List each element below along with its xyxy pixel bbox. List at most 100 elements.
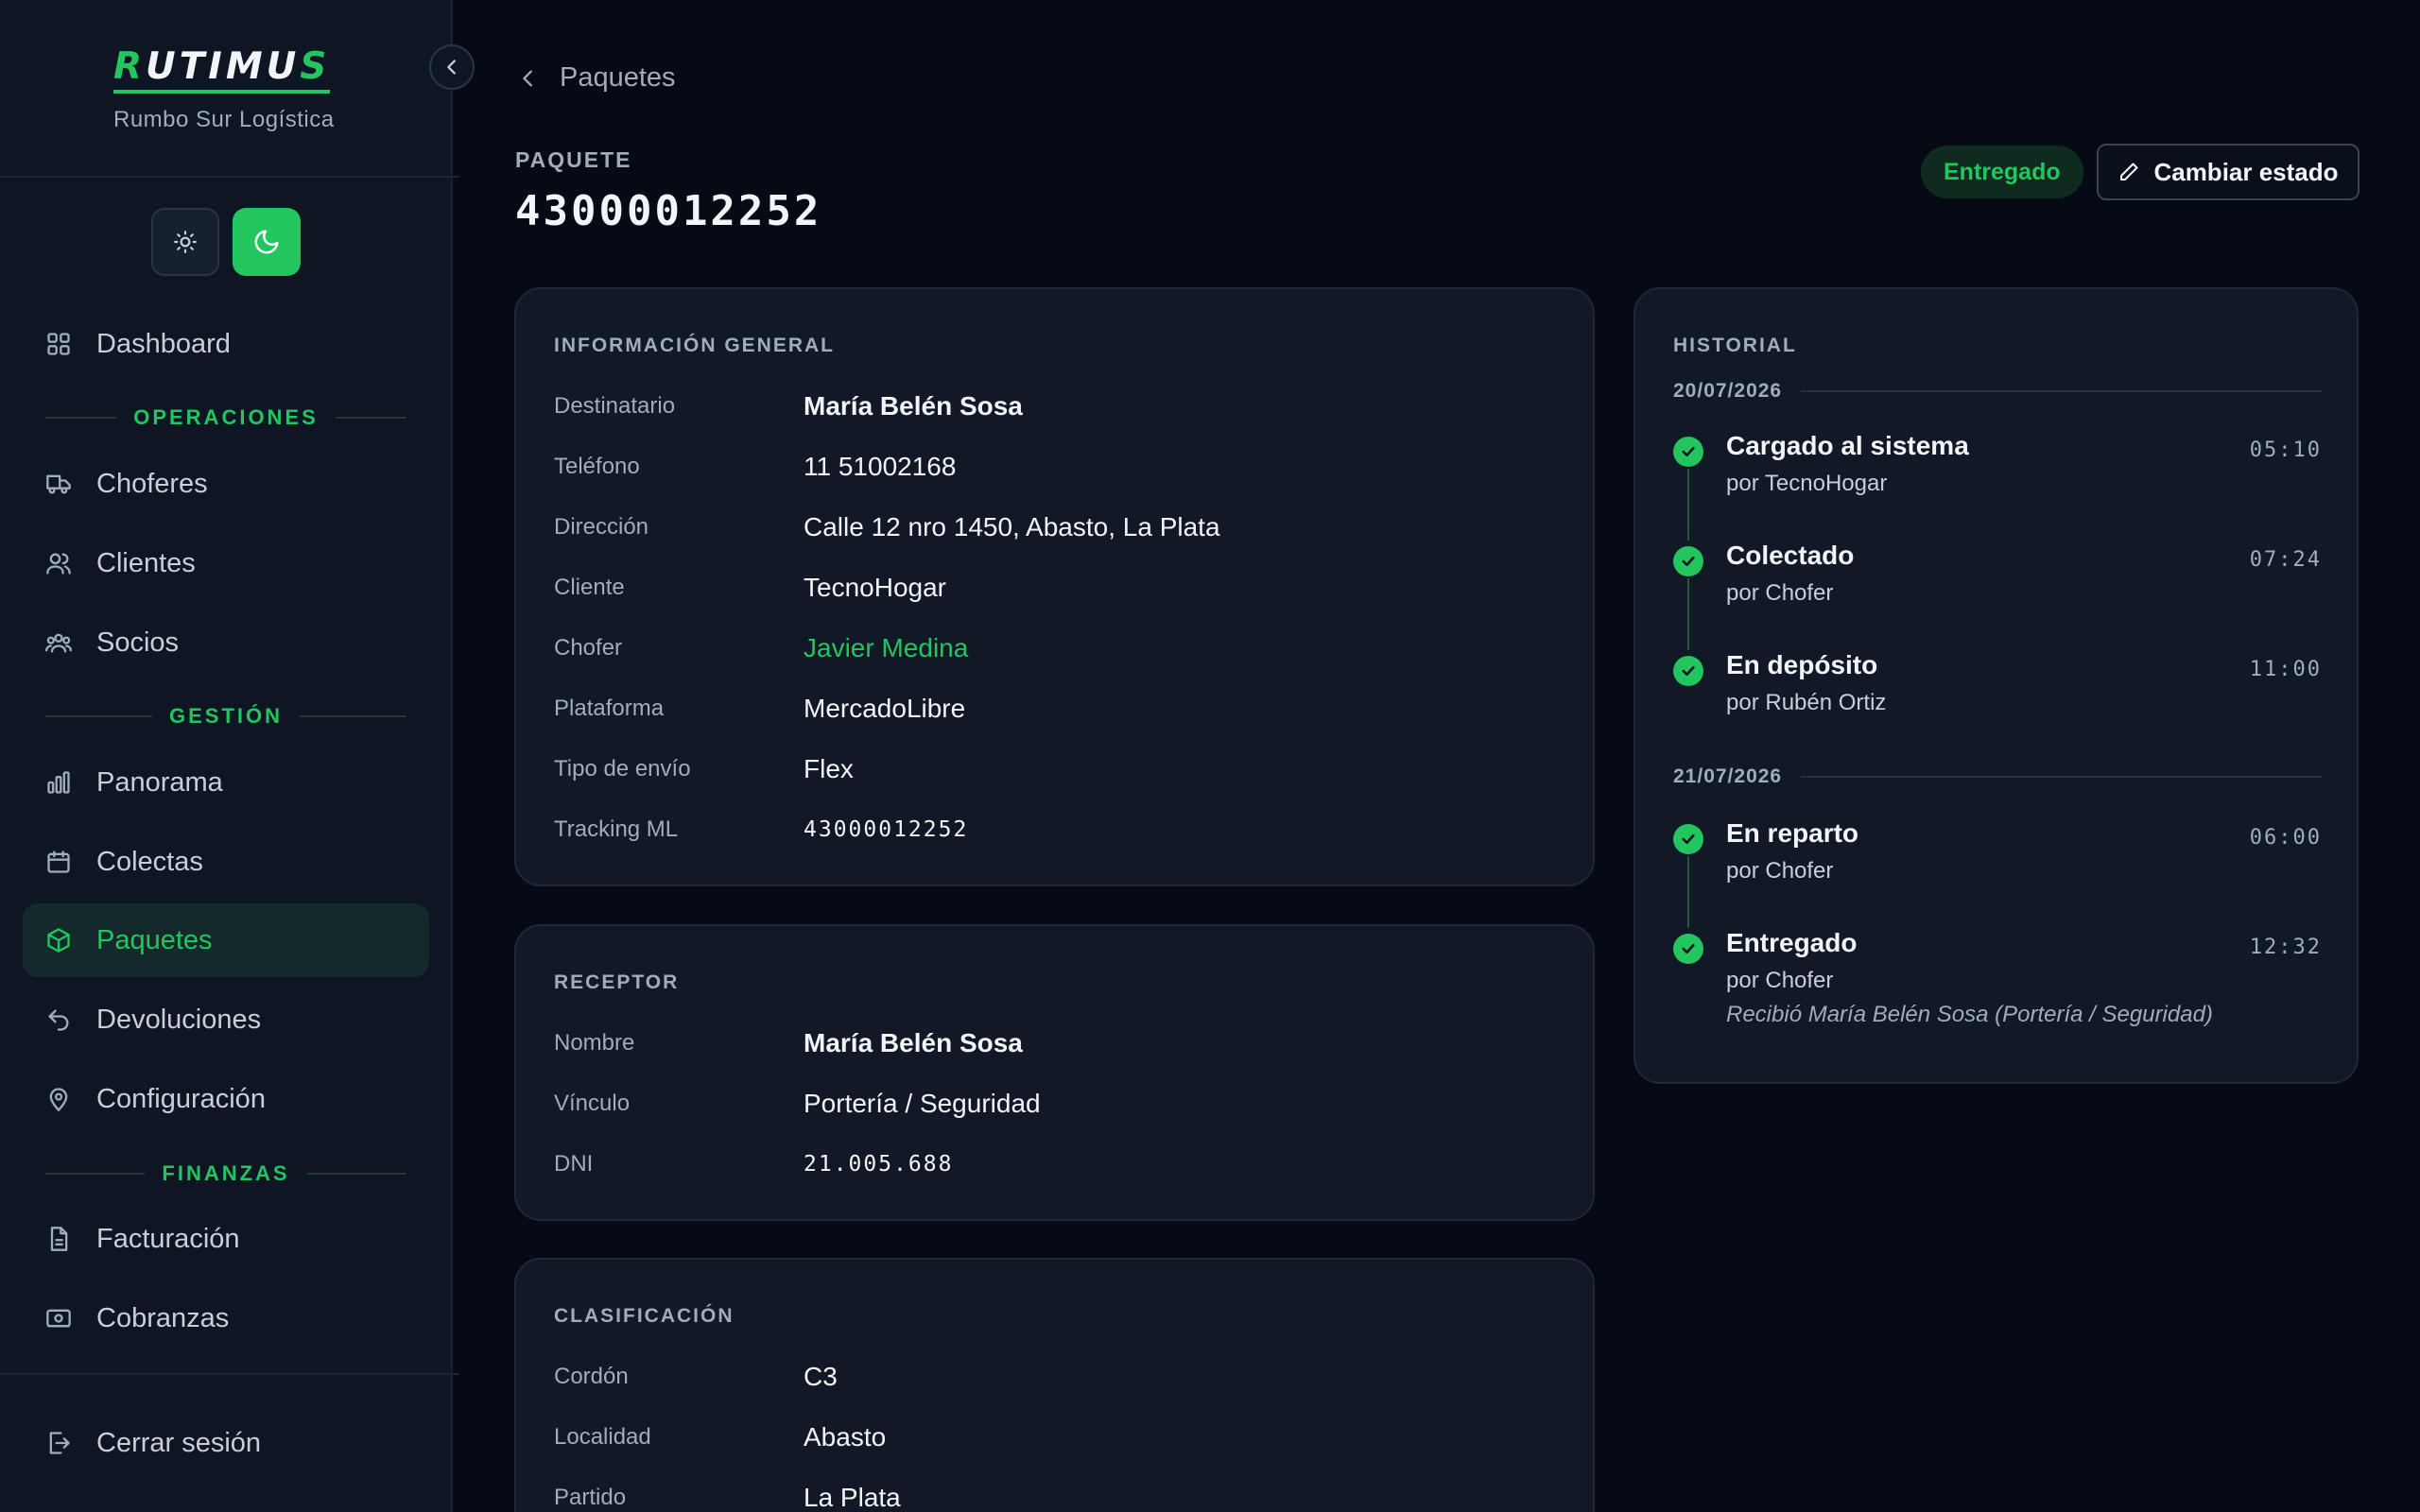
- info-row-plataforma: Plataforma MercadoLibre: [554, 690, 1556, 728]
- dark-theme-button[interactable]: [233, 208, 301, 276]
- clasificacion-row-partido: Partido La Plata: [554, 1479, 1556, 1512]
- event-author: por Rubén Ortiz: [1726, 690, 1887, 715]
- row-value: Abasto: [804, 1422, 887, 1452]
- clasificacion-card: CLASIFICACIÓN Cordón C3 Localidad Abasto P…: [514, 1258, 1595, 1512]
- sidebar-item-configuracion[interactable]: Configuración: [23, 1062, 429, 1136]
- row-label: Nombre: [554, 1030, 635, 1056]
- back-label: Paquetes: [560, 62, 676, 93]
- historial-card: HISTORIAL 20/07/2026 Cargado al sistema …: [1634, 287, 2359, 1084]
- sidebar-item-label: Cobranzas: [96, 1302, 230, 1333]
- row-value: Flex: [804, 754, 854, 783]
- row-value: TecnoHogar: [804, 573, 946, 602]
- row-label: Tracking ML: [554, 816, 679, 842]
- timeline-connector: [1687, 469, 1689, 541]
- event-time: 05:10: [2249, 438, 2322, 462]
- grid-icon: [47, 333, 70, 355]
- section-label-gestion: GESTIÓN: [45, 704, 407, 729]
- row-label: Cordón: [554, 1364, 629, 1389]
- event-time: 12:32: [2249, 936, 2322, 959]
- row-label: Chofer: [554, 635, 623, 661]
- row-label: Localidad: [554, 1424, 651, 1450]
- history-date: 20/07/2026: [1673, 380, 2322, 403]
- change-status-label: Cambiar estado: [2153, 157, 2339, 186]
- logout-icon: [49, 1432, 70, 1454]
- logout-button[interactable]: Cerrar sesión: [23, 1406, 429, 1480]
- receptor-row-dni: DNI 21.005.688: [554, 1145, 1556, 1183]
- sidebar-item-label: Paquetes: [96, 924, 213, 955]
- row-label: Cliente: [554, 575, 625, 600]
- event-author: por Chofer: [1726, 858, 1834, 884]
- sidebar-item-label: Facturación: [96, 1223, 240, 1254]
- bar-chart-icon: [47, 771, 70, 794]
- row-label: DNI: [554, 1151, 594, 1177]
- sidebar-item-colectas[interactable]: Colectas: [23, 825, 429, 899]
- sidebar-item-paquetes[interactable]: Paquetes: [23, 903, 429, 977]
- light-theme-button[interactable]: [151, 208, 219, 276]
- sidebar-item-label: Choferes: [96, 468, 208, 499]
- chofer-link[interactable]: Javier Medina: [804, 633, 968, 663]
- info-row-tipo-envio: Tipo de envío Flex: [554, 750, 1556, 788]
- sidebar-item-label: Panorama: [96, 766, 223, 798]
- event-title: En reparto: [1726, 818, 1859, 848]
- users-icon: [46, 553, 71, 575]
- moon-icon: [254, 230, 279, 254]
- general-info-card: INFORMACIÓN GENERAL Destinatario María Be…: [514, 287, 1595, 886]
- sidebar-divider: [0, 176, 459, 178]
- map-pin-icon: [49, 1088, 68, 1112]
- sidebar-item-label: Devoluciones: [96, 1004, 262, 1035]
- history-date: 21/07/2026: [1673, 765, 2322, 788]
- info-row-cliente: Cliente TecnoHogar: [554, 569, 1556, 607]
- sidebar-divider: [0, 1373, 459, 1375]
- check-icon: [1673, 437, 1703, 467]
- info-row-direccion: Dirección Calle 12 nro 1450, Abasto, La P…: [554, 508, 1556, 546]
- sidebar-item-dashboard[interactable]: Dashboard: [23, 307, 429, 381]
- sidebar-item-label: Configuración: [96, 1083, 266, 1114]
- event-title: En depósito: [1726, 650, 1878, 679]
- row-label: Teléfono: [554, 454, 640, 479]
- card-title: RECEPTOR: [554, 971, 680, 993]
- brand-subtitle: Rumbo Sur Logística: [113, 107, 335, 132]
- row-value: María Belén Sosa: [804, 1028, 1023, 1057]
- row-value: María Belén Sosa: [804, 391, 1023, 421]
- pencil-icon: [2120, 163, 2138, 180]
- receptor-row-vinculo: Vínculo Portería / Seguridad: [554, 1085, 1556, 1123]
- event-author: por Chofer: [1726, 968, 1834, 993]
- card-title: HISTORIAL: [1673, 335, 1797, 356]
- row-label: Partido: [554, 1485, 627, 1510]
- sidebar-item-choferes[interactable]: Choferes: [23, 447, 429, 521]
- back-link[interactable]: Paquetes: [518, 62, 676, 94]
- row-label: Vínculo: [554, 1091, 631, 1116]
- sidebar-item-clientes[interactable]: Clientes: [23, 526, 429, 600]
- check-icon: [1673, 824, 1703, 854]
- brand-logo: RUTIMUS: [113, 45, 331, 94]
- receptor-row-nombre: Nombre María Belén Sosa: [554, 1024, 1556, 1062]
- package-icon: [47, 928, 70, 953]
- row-label: Dirección: [554, 514, 649, 540]
- brand[interactable]: RUTIMUS Rumbo Sur Logística: [113, 45, 335, 133]
- sidebar-item-panorama[interactable]: Panorama: [23, 746, 429, 819]
- collapse-sidebar-button[interactable]: [429, 44, 475, 90]
- info-row-telefono: Teléfono 11 51002168: [554, 448, 1556, 486]
- team-icon: [45, 633, 72, 653]
- row-value: 43000012252: [804, 817, 969, 842]
- row-value: Calle 12 nro 1450, Abasto, La Plata: [804, 512, 1220, 541]
- sidebar-item-devoluciones[interactable]: Devoluciones: [23, 983, 429, 1057]
- return-icon: [48, 1009, 69, 1031]
- section-label-operaciones: OPERACIONES: [45, 405, 406, 430]
- check-icon: [1673, 656, 1703, 686]
- change-status-button[interactable]: Cambiar estado: [2097, 144, 2360, 200]
- sidebar-item-cobranzas[interactable]: Cobranzas: [23, 1281, 429, 1355]
- sidebar-item-socios[interactable]: Socios: [23, 606, 429, 679]
- info-row-tracking: Tracking ML 43000012252: [554, 811, 1556, 849]
- row-value: 11 51002168: [804, 452, 957, 481]
- info-row-destinatario: Destinatario María Belén Sosa: [554, 387, 1556, 425]
- row-value: La Plata: [804, 1483, 901, 1512]
- calendar-icon: [47, 850, 70, 873]
- card-title: CLASIFICACIÓN: [554, 1305, 735, 1327]
- chevron-left-icon: [523, 70, 532, 86]
- sidebar-item-label: Colectas: [96, 846, 203, 877]
- event-note: Recibió María Belén Sosa (Portería / Seg…: [1726, 1002, 2213, 1027]
- row-label: Tipo de envío: [554, 756, 691, 782]
- row-value: MercadoLibre: [804, 694, 966, 723]
- sidebar-item-facturacion[interactable]: Facturación: [23, 1202, 429, 1276]
